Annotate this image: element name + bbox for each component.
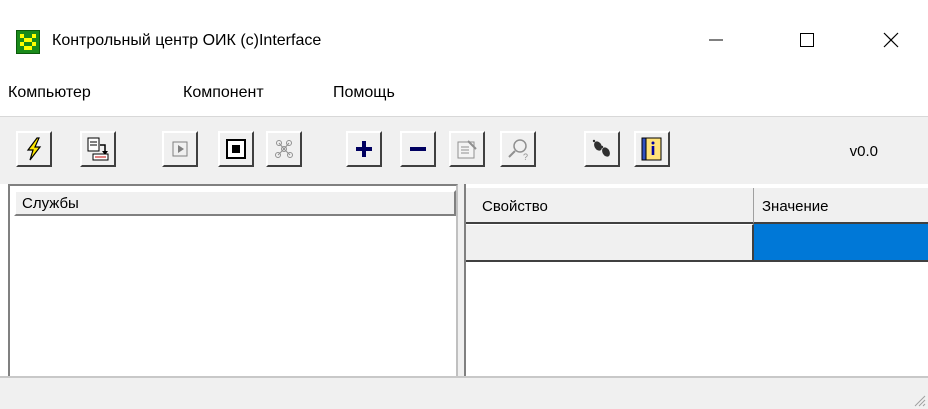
info-button[interactable] <box>634 131 670 167</box>
network-button[interactable] <box>266 131 302 167</box>
properties-icon <box>457 140 477 159</box>
trace-button[interactable] <box>584 131 620 167</box>
close-icon <box>883 32 899 48</box>
add-button[interactable] <box>346 131 382 167</box>
column-header-value-label: Значение <box>762 198 829 215</box>
property-grid[interactable]: Свойство Значение <box>464 184 928 376</box>
minimize-button[interactable] <box>693 18 739 62</box>
toolbar: ? v0.0 <box>0 116 928 184</box>
export-button[interactable] <box>80 131 116 167</box>
play-icon <box>172 141 188 157</box>
lightning-icon <box>26 137 42 161</box>
title-bar[interactable]: Контрольный центр ОИК (c)Interface <box>0 0 928 72</box>
stop-icon <box>226 139 246 159</box>
minus-icon <box>410 147 426 151</box>
version-label: v0.0 <box>849 143 878 160</box>
info-book-icon <box>641 137 662 161</box>
remove-button[interactable] <box>400 131 436 167</box>
services-panel[interactable]: Службы <box>8 184 458 376</box>
start-button[interactable] <box>162 131 198 167</box>
connect-button[interactable] <box>16 131 52 167</box>
column-header-property[interactable]: Свойство <box>466 188 754 224</box>
stop-button[interactable] <box>218 131 254 167</box>
menu-bar: Компьютер Компонент Помощь <box>0 72 928 116</box>
network-icon <box>275 140 293 158</box>
svg-text:?: ? <box>523 152 528 162</box>
minimize-icon <box>709 39 723 41</box>
status-bar <box>0 376 928 409</box>
property-row-name-cell[interactable] <box>466 224 754 262</box>
search-icon: ? <box>508 139 528 162</box>
services-header[interactable]: Службы <box>14 190 456 216</box>
plus-icon <box>356 141 372 157</box>
properties-button[interactable] <box>449 131 485 167</box>
document-arrow-icon <box>87 137 109 161</box>
footprints-icon <box>592 139 610 157</box>
close-button[interactable] <box>868 18 914 62</box>
window-title: Контрольный центр ОИК (c)Interface <box>52 32 322 49</box>
app-icon <box>16 30 40 54</box>
resize-grip-icon[interactable] <box>912 393 926 407</box>
menu-component[interactable]: Компонент <box>183 84 264 102</box>
menu-help[interactable]: Помощь <box>333 84 395 102</box>
maximize-button[interactable] <box>784 18 830 62</box>
services-header-label: Службы <box>22 195 79 212</box>
maximize-icon <box>800 33 814 47</box>
find-button[interactable]: ? <box>500 131 536 167</box>
column-header-value[interactable]: Значение <box>754 188 928 224</box>
menu-computer[interactable]: Компьютер <box>8 84 91 102</box>
column-header-property-label: Свойство <box>482 198 548 215</box>
property-row-value-cell[interactable] <box>754 224 928 262</box>
